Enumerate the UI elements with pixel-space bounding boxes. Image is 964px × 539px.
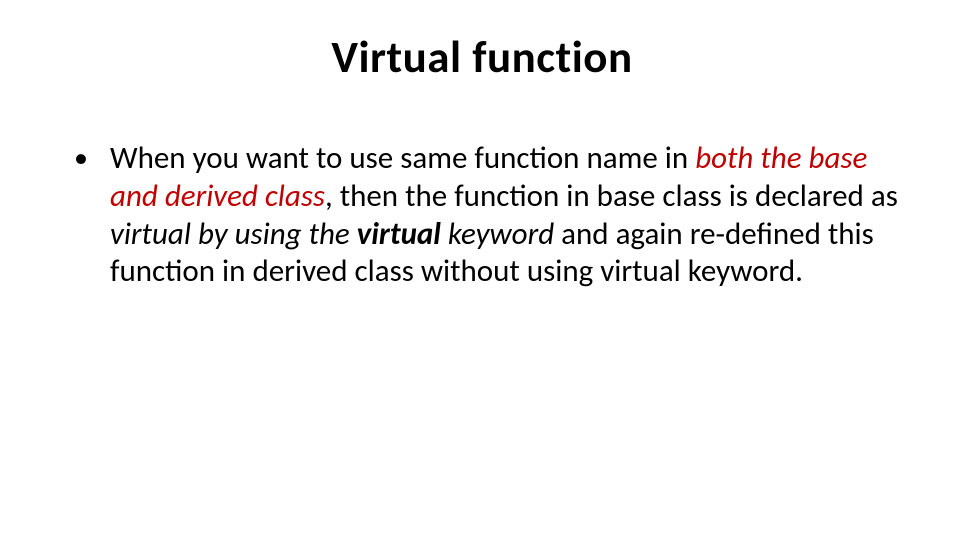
bullet-item: When you want to use same function name … — [96, 140, 904, 291]
slide-title: Virtual function — [60, 30, 904, 85]
text-plain-2: , then the function in base class is dec… — [325, 177, 898, 215]
text-italic-1: virtual by using the — [110, 215, 357, 253]
bullet-list: When you want to use same function name … — [60, 140, 904, 291]
slide: Virtual function When you want to use sa… — [0, 0, 964, 539]
text-italic-2: keyword — [441, 215, 554, 253]
slide-body: When you want to use same function name … — [60, 140, 904, 291]
text-plain-1: When you want to use same function name … — [110, 139, 695, 177]
text-virtual-keyword: virtual — [357, 215, 441, 253]
